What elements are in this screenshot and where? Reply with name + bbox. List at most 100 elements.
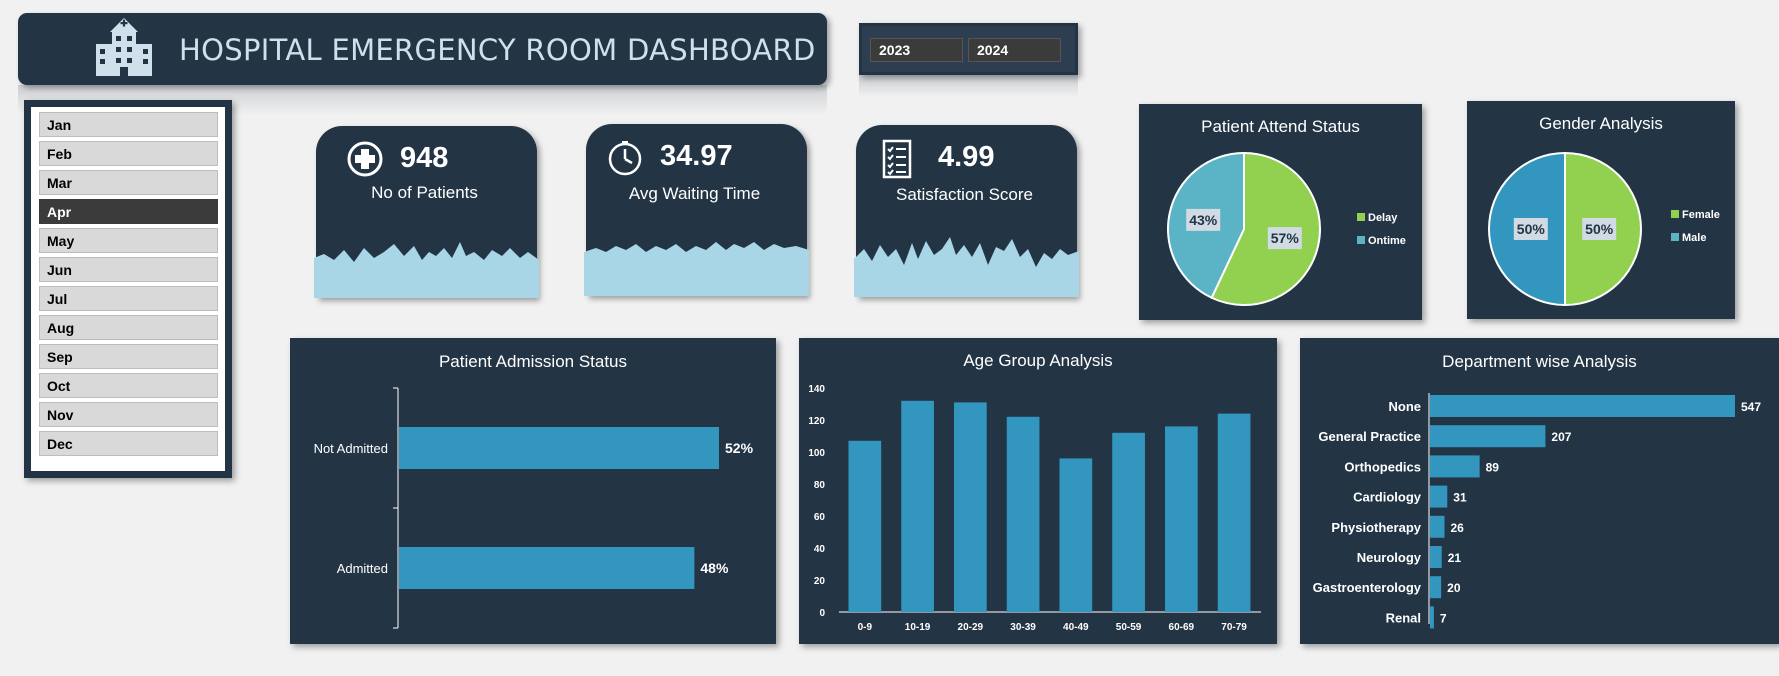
- department-bar: [1430, 546, 1442, 568]
- month-aug-button[interactable]: Aug: [39, 315, 218, 340]
- department-category-label: Orthopedics: [1344, 459, 1421, 474]
- legend-delay-label: Delay: [1368, 212, 1398, 224]
- legend-female-label: Female: [1682, 209, 1720, 221]
- gender-data-label: 50%: [1585, 221, 1614, 237]
- age-y-tick-label: 0: [819, 608, 825, 619]
- waiting-time-label: Avg Waiting Time: [628, 184, 761, 203]
- month-jun-button[interactable]: Jun: [39, 257, 218, 282]
- kpi-card-waiting-time: 34.97 Avg Waiting Time: [584, 124, 809, 296]
- age-bar: [1217, 413, 1251, 612]
- age-x-tick-label: 40-49: [1063, 622, 1089, 633]
- legend-ontime: Ontime: [1357, 235, 1406, 247]
- year-2024-button[interactable]: 2024: [968, 38, 1061, 62]
- month-may-button[interactable]: May: [39, 228, 218, 253]
- age-y-tick-label: 140: [808, 384, 825, 395]
- patients-wave: [314, 242, 539, 298]
- month-jul-button[interactable]: Jul: [39, 286, 218, 311]
- age-y-tick-label: 100: [808, 448, 825, 459]
- month-jan-button[interactable]: Jan: [39, 112, 218, 137]
- department-chart: None 547General Practice 207Orthopedics 89C…: [1313, 393, 1761, 629]
- department-bar: [1430, 606, 1434, 629]
- month-nov-button[interactable]: Nov: [39, 402, 218, 427]
- month-dec-button[interactable]: Dec: [39, 431, 218, 456]
- age-x-tick-label: 20-29: [958, 622, 984, 633]
- admission-category-label: Admitted: [337, 561, 388, 576]
- month-feb-button[interactable]: Feb: [39, 141, 218, 166]
- age-bar: [1112, 432, 1145, 612]
- legend-delay: Delay: [1357, 212, 1397, 224]
- age-x-tick-label: 60-69: [1169, 622, 1195, 633]
- year-slicer-reflection: [859, 75, 1078, 97]
- month-sep-button[interactable]: Sep: [39, 344, 218, 369]
- kpi-card-patients: 948 No of Patients: [314, 126, 539, 298]
- department-bar: [1430, 515, 1445, 538]
- attend-data-label: 43%: [1189, 212, 1218, 228]
- gender-analysis-panel: Gender Analysis 50% 50% Female Male: [1467, 101, 1735, 319]
- month-oct-button[interactable]: Oct: [39, 373, 218, 398]
- dashboard-title: HOSPITAL EMERGENCY ROOM DASHBOARD: [179, 33, 816, 67]
- department-data-label: 547: [1741, 400, 1761, 414]
- department-data-label: 7: [1440, 611, 1447, 625]
- department-bar: [1430, 455, 1480, 478]
- satisfaction-value: 4.99: [938, 141, 995, 173]
- legend-ontime-label: Ontime: [1368, 235, 1406, 247]
- department-data-label: 26: [1450, 521, 1464, 535]
- admission-data-label: 48%: [700, 560, 729, 576]
- age-y-tick-label: 40: [814, 544, 826, 555]
- department-data-label: 31: [1453, 491, 1467, 505]
- department-panel: Department wise Analysis None 547 General …: [1300, 338, 1779, 644]
- age-y-tick-label: 20: [814, 576, 826, 587]
- satisfaction-label: Satisfaction Score: [895, 185, 1033, 204]
- month-apr-button[interactable]: Apr: [39, 199, 218, 224]
- admission-data-label: 52%: [725, 440, 754, 456]
- department-bar: [1430, 395, 1735, 417]
- legend-male-label: Male: [1682, 232, 1707, 244]
- legend-male: Male: [1671, 232, 1706, 244]
- attend-data-label: 57%: [1271, 230, 1300, 246]
- department-bar: [1430, 425, 1546, 448]
- admission-status-panel: Patient Admission Status Not Admitted 52%…: [290, 338, 776, 644]
- age-x-tick-label: 70-79: [1221, 622, 1247, 633]
- age-x-tick-label: 50-59: [1116, 622, 1142, 633]
- department-category-label: Physiotherapy: [1331, 520, 1421, 535]
- patients-value: 948: [400, 142, 449, 174]
- clock-icon: [608, 141, 642, 176]
- department-data-label: 20: [1447, 581, 1461, 595]
- legend-female: Female: [1671, 209, 1720, 221]
- month-slicer: Jan Feb Mar Apr May Jun Jul Aug Sep Oct …: [24, 100, 232, 478]
- age-bar: [848, 440, 882, 612]
- age-group-chart: 0 20 40 60 80 100 120 140 0-9 10-19 20-29 30-39 40-4…: [808, 384, 1261, 633]
- department-category-label: Neurology: [1357, 550, 1422, 565]
- hospital-icon: [96, 18, 152, 76]
- dashboard-title-banner: HOSPITAL EMERGENCY ROOM DASHBOARD: [18, 13, 827, 85]
- checklist-icon: [882, 139, 912, 179]
- department-data-label: 89: [1486, 460, 1500, 474]
- year-slicer: 2023 2024: [859, 23, 1078, 75]
- department-bar: [1430, 485, 1448, 508]
- age-y-tick-label: 120: [808, 416, 825, 427]
- age-x-tick-label: 10-19: [905, 622, 931, 633]
- kpi-card-satisfaction: 4.99 Satisfaction Score: [854, 125, 1079, 297]
- waiting-time-value: 34.97: [660, 140, 733, 172]
- department-bar: [1430, 576, 1442, 599]
- patients-label: No of Patients: [371, 183, 478, 202]
- department-data-label: 21: [1448, 551, 1462, 565]
- age-y-tick-label: 60: [814, 512, 826, 523]
- age-bar: [901, 400, 934, 612]
- year-2023-button[interactable]: 2023: [870, 38, 963, 62]
- department-category-label: Gastroenterology: [1313, 580, 1422, 595]
- admission-status-chart: Not Admitted 52% Admitted 48%: [314, 387, 754, 629]
- medical-cross-icon: [347, 141, 383, 177]
- age-y-tick-label: 80: [814, 480, 826, 491]
- department-category-label: Cardiology: [1353, 490, 1422, 505]
- waiting-time-wave: [584, 242, 809, 296]
- month-mar-button[interactable]: Mar: [39, 170, 218, 195]
- age-bar: [1164, 426, 1198, 612]
- department-category-label: Renal: [1386, 610, 1421, 625]
- admission-bar: [399, 547, 695, 589]
- satisfaction-wave: [854, 237, 1079, 297]
- gender-data-label: 50%: [1517, 221, 1546, 237]
- admission-bar: [399, 427, 719, 469]
- admission-category-label: Not Admitted: [314, 441, 388, 456]
- age-group-panel: Age Group Analysis 0 20 40 60 80 100 120 140 0-9…: [799, 338, 1277, 644]
